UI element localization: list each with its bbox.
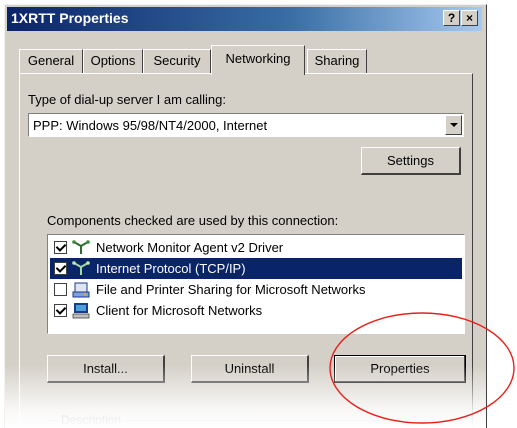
tab-security[interactable]: Security [143,49,211,73]
component-checkbox[interactable] [54,283,67,296]
network-protocol-icon [72,261,90,275]
network-service-icon [72,282,90,298]
close-button[interactable]: × [461,10,478,26]
component-checkbox[interactable] [54,304,67,317]
component-label: Network Monitor Agent v2 Driver [96,240,284,255]
list-item[interactable]: File and Printer Sharing for Microsoft N… [50,279,462,300]
component-label: Client for Microsoft Networks [96,303,263,318]
description-caption: Description [59,413,124,427]
help-button[interactable]: ? [443,10,460,26]
components-label: Components checked are used by this conn… [47,213,339,228]
install-button[interactable]: Install... [47,355,165,383]
server-type-label: Type of dial-up server I am calling: [28,92,226,107]
server-type-select[interactable]: PPP: Windows 95/98/NT4/2000, Internet [28,113,464,137]
title-bar[interactable]: 1XRTT Properties ? × [7,7,482,31]
network-client-icon [72,303,90,319]
tab-strip: General Options Security Networking Shar… [19,45,469,75]
tab-general[interactable]: General [19,49,83,73]
window-title: 1XRTT Properties [11,10,129,26]
annotation-ellipse [329,312,515,424]
component-label: File and Printer Sharing for Microsoft N… [96,282,366,297]
tab-sharing[interactable]: Sharing [307,49,367,73]
annotation-circle [329,312,515,424]
network-protocol-icon [72,240,90,254]
list-item[interactable]: Internet Protocol (TCP/IP) [50,258,462,279]
tab-networking[interactable]: Networking [211,45,305,75]
server-type-value: PPP: Windows 95/98/NT4/2000, Internet [33,118,268,133]
component-label: Internet Protocol (TCP/IP) [96,261,246,276]
uninstall-button[interactable]: Uninstall [191,355,309,383]
component-checkbox[interactable] [54,262,67,275]
component-checkbox[interactable] [54,241,67,254]
tab-options[interactable]: Options [83,49,143,73]
chevron-down-icon[interactable] [445,115,462,135]
settings-button[interactable]: Settings [361,147,461,175]
list-item[interactable]: Network Monitor Agent v2 Driver [50,237,462,258]
